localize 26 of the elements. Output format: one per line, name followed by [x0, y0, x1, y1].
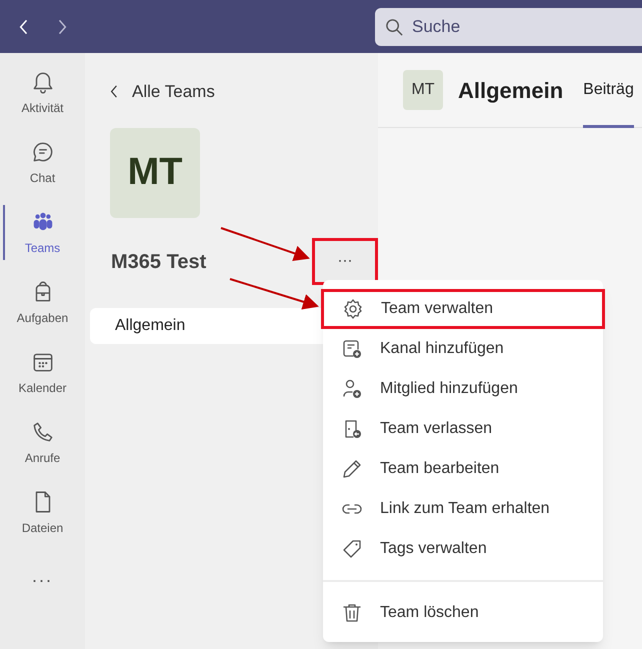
- all-teams-link[interactable]: Alle Teams: [132, 79, 215, 104]
- app-bar-item[interactable]: Aktivität: [0, 65, 85, 120]
- search-field[interactable]: Suche: [375, 8, 642, 46]
- app-bar-item[interactable]: Teams: [0, 205, 85, 260]
- menu-item[interactable]: Team löschen: [323, 593, 603, 633]
- forward-icon[interactable]: [57, 18, 67, 36]
- app-bar-item[interactable]: Anrufe: [0, 415, 85, 470]
- menu-item[interactable]: Team verlassen: [323, 409, 603, 449]
- menu-item[interactable]: Mitglied hinzufügen: [323, 369, 603, 409]
- menu-item[interactable]: Team bearbeiten: [323, 449, 603, 489]
- app-bar-item[interactable]: Aufgaben: [0, 275, 85, 330]
- back-icon[interactable]: [110, 85, 118, 98]
- team-avatar: MT: [110, 128, 200, 218]
- tab[interactable]: Beiträg: [583, 53, 634, 128]
- menu-item[interactable]: Link zum Team erhalten: [323, 489, 603, 529]
- search-icon: [385, 18, 404, 36]
- menu-item[interactable]: Team verwalten: [321, 289, 605, 329]
- channel-avatar: MT: [403, 70, 443, 110]
- channel-title: Allgemein: [458, 76, 564, 105]
- app-bar-item[interactable]: Kalender: [0, 345, 85, 400]
- more-apps-button[interactable]: ...: [32, 563, 53, 590]
- more-options-button[interactable]: ···: [312, 238, 378, 285]
- team-name: M365 Test: [111, 250, 208, 274]
- menu-item[interactable]: Tags verwalten: [323, 529, 603, 569]
- app-bar-item[interactable]: Chat: [0, 135, 85, 190]
- app-bar-item[interactable]: Dateien: [0, 485, 85, 540]
